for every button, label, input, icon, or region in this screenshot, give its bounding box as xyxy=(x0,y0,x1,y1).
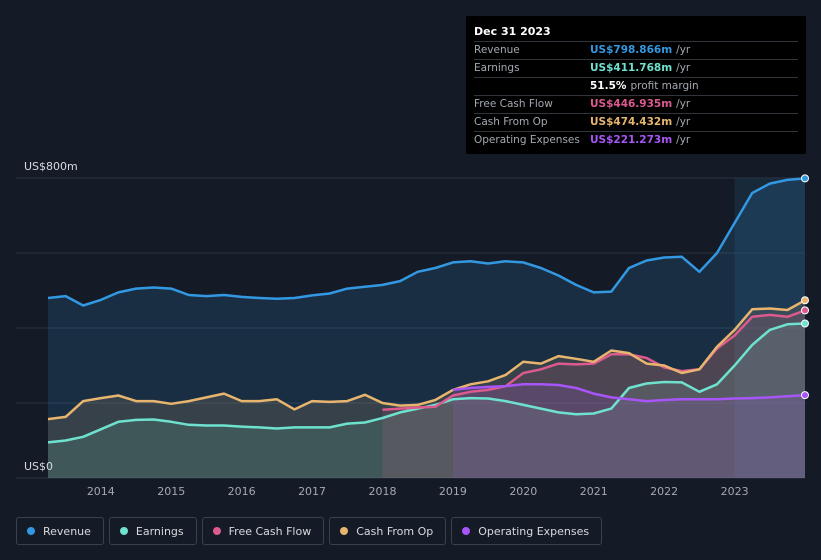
tooltip-date: Dec 31 2023 xyxy=(474,23,798,42)
tooltip-row: 51.5% profit margin xyxy=(474,78,798,96)
series-end-point xyxy=(801,391,809,400)
tooltip-label: Free Cash Flow xyxy=(474,98,553,110)
y-axis-top-label: US$800m xyxy=(24,160,78,173)
legend-label: Operating Expenses xyxy=(478,524,590,538)
tooltip-unit: /yr xyxy=(676,98,691,110)
series-end-point xyxy=(801,174,809,183)
tooltip-unit: /yr xyxy=(676,116,691,128)
legend-dot-icon xyxy=(340,527,349,535)
x-tick-label: 2016 xyxy=(228,485,256,498)
tooltip-unit: /yr xyxy=(676,62,691,74)
tooltip-label xyxy=(474,78,590,95)
x-tick-label: 2018 xyxy=(368,485,396,498)
tooltip-value: 51.5% xyxy=(590,80,627,92)
chart-tooltip: Dec 31 2023 Revenue US$798.866m/yr Earning… xyxy=(466,16,806,154)
series-end-point xyxy=(801,306,809,315)
tooltip-row: Operating Expenses US$221.273m/yr xyxy=(474,132,798,149)
legend-label: Earnings xyxy=(135,524,184,538)
tooltip-unit: /yr xyxy=(676,134,691,146)
tooltip-label: Earnings xyxy=(474,62,520,74)
legend-item[interactable]: Operating Expenses xyxy=(451,517,603,545)
x-tick-label: 2019 xyxy=(439,485,467,498)
tooltip-row: Revenue US$798.866m/yr xyxy=(474,42,798,60)
tooltip-value: US$446.935m xyxy=(590,98,673,110)
tooltip-unit: /yr xyxy=(676,44,691,56)
x-tick-label: 2014 xyxy=(87,485,115,498)
x-tick-label: 2017 xyxy=(298,485,326,498)
tooltip-value: US$474.432m xyxy=(590,116,673,128)
tooltip-label: Cash From Op xyxy=(474,116,548,128)
x-tick-label: 2015 xyxy=(157,485,185,498)
tooltip-value: US$221.273m xyxy=(590,134,673,146)
legend-label: Revenue xyxy=(43,524,91,538)
x-tick-label: 2020 xyxy=(509,485,537,498)
chart-legend: Revenue Earnings Free Cash Flow Cash From O… xyxy=(16,517,607,547)
legend-dot-icon xyxy=(462,527,471,535)
legend-item[interactable]: Earnings xyxy=(108,517,197,545)
legend-dot-icon xyxy=(119,527,128,535)
series-end-point xyxy=(801,296,809,305)
tooltip-value: US$411.768m xyxy=(590,62,673,74)
legend-dot-icon xyxy=(212,527,221,535)
tooltip-value: US$798.866m xyxy=(590,44,673,56)
legend-dot-icon xyxy=(27,527,35,535)
x-tick-label: 2022 xyxy=(650,485,678,498)
tooltip-row: Free Cash Flow US$446.935m/yr xyxy=(474,96,798,114)
tooltip-row: Earnings US$411.768m/yr xyxy=(474,60,798,78)
legend-item[interactable]: Revenue xyxy=(16,517,104,545)
legend-item[interactable]: Cash From Op xyxy=(329,517,447,545)
x-tick-label: 2023 xyxy=(721,485,749,498)
tooltip-row: Cash From Op US$474.432m/yr xyxy=(474,114,798,132)
tooltip-unit: profit margin xyxy=(630,80,699,92)
series-end-point xyxy=(801,319,809,328)
x-tick-label: 2021 xyxy=(580,485,608,498)
y-axis-bottom-label: US$0 xyxy=(24,460,53,473)
tooltip-label: Revenue xyxy=(474,44,520,56)
legend-label: Free Cash Flow xyxy=(228,524,312,538)
tooltip-label: Operating Expenses xyxy=(474,134,580,146)
legend-label: Cash From Op xyxy=(356,524,434,538)
legend-item[interactable]: Free Cash Flow xyxy=(201,517,325,545)
